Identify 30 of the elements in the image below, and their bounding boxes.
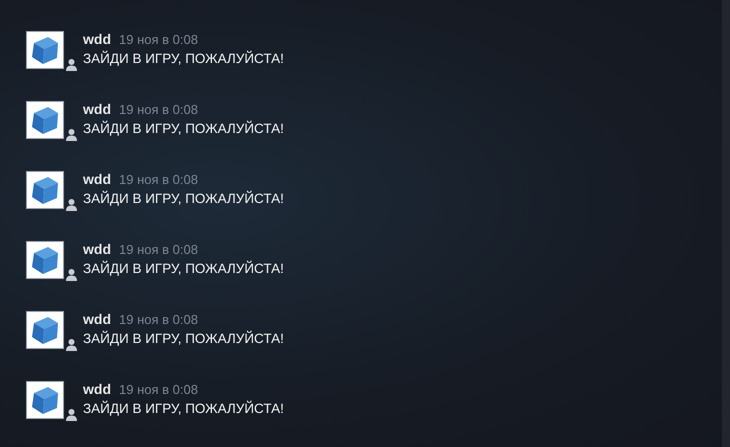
comment-text: ЗАЙДИ В ИГРУ, ПОЖАЛУЙСТА! xyxy=(83,402,284,416)
person-icon xyxy=(66,268,77,281)
timestamp: 19 ноя в 0:08 xyxy=(119,243,198,256)
author-name[interactable]: wdd xyxy=(83,382,111,396)
timestamp: 19 ноя в 0:08 xyxy=(119,383,198,396)
comment-text: ЗАЙДИ В ИГРУ, ПОЖАЛУЙСТА! xyxy=(83,332,284,346)
avatar[interactable] xyxy=(26,381,64,419)
timestamp: 19 ноя в 0:08 xyxy=(119,33,198,46)
comment-text: ЗАЙДИ В ИГРУ, ПОЖАЛУЙСТА! xyxy=(83,262,284,276)
timestamp: 19 ноя в 0:08 xyxy=(119,313,198,326)
comment-text: ЗАЙДИ В ИГРУ, ПОЖАЛУЙСТА! xyxy=(83,122,284,136)
avatar[interactable] xyxy=(26,31,64,69)
avatar[interactable] xyxy=(26,311,64,349)
person-icon xyxy=(66,198,77,211)
author-name[interactable]: wdd xyxy=(83,172,111,186)
author-name[interactable]: wdd xyxy=(83,32,111,46)
author-name[interactable]: wdd xyxy=(83,242,111,256)
avatar[interactable] xyxy=(26,241,64,279)
person-icon xyxy=(66,128,77,141)
person-icon xyxy=(66,338,77,351)
author-name[interactable]: wdd xyxy=(83,312,111,326)
timestamp: 19 ноя в 0:08 xyxy=(119,103,198,116)
person-icon xyxy=(66,58,77,71)
timestamp: 19 ноя в 0:08 xyxy=(119,173,198,186)
comment-text: ЗАЙДИ В ИГРУ, ПОЖАЛУЙСТА! xyxy=(83,192,284,206)
comment-text: ЗАЙДИ В ИГРУ, ПОЖАЛУЙСТА! xyxy=(83,52,284,66)
avatar[interactable] xyxy=(26,171,64,209)
avatar[interactable] xyxy=(26,101,64,139)
author-name[interactable]: wdd xyxy=(83,102,111,116)
person-icon xyxy=(66,408,77,421)
